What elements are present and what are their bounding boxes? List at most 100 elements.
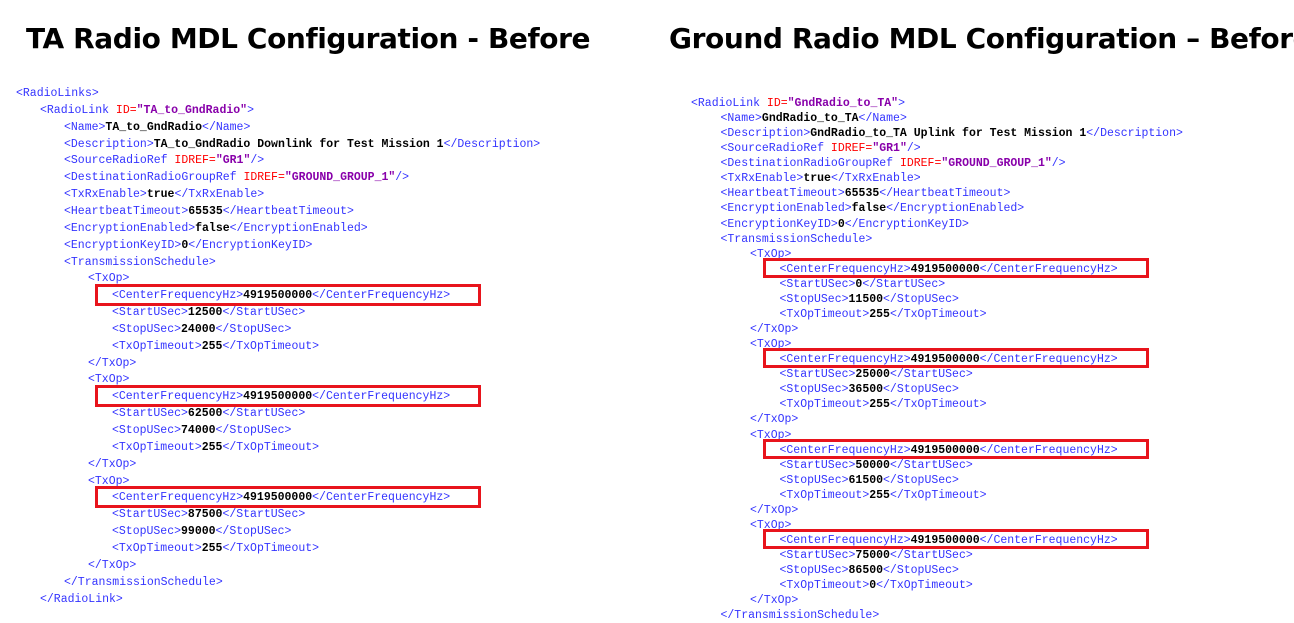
xml-line: <EncryptionKeyID>0</EncryptionKeyID>	[64, 238, 312, 253]
xml-tag: <CenterFrequencyHz>	[779, 443, 911, 457]
xml-text-value: 50000	[855, 458, 890, 472]
xml-text-value: GndRadio_to_TA Uplink for Test Mission 1	[810, 127, 1087, 141]
xml-tag: <RadioLink	[40, 103, 116, 117]
xml-tag: </StartUSec>	[222, 306, 306, 320]
xml-tag: </StopUSec>	[215, 322, 292, 336]
xml-tag: </TxOpTimeout>	[889, 398, 987, 412]
xml-tag: />	[1051, 157, 1066, 171]
left-panel-title: TA Radio MDL Configuration - Before	[26, 22, 591, 55]
xml-tag: <TxOpTimeout>	[112, 541, 202, 555]
xml-line: <TxOpTimeout>255</TxOpTimeout>	[780, 397, 987, 412]
xml-text-value: 62500	[187, 407, 223, 421]
xml-tag: <StopUSec>	[112, 322, 182, 336]
xml-tag: </CenterFrequencyHz>	[979, 262, 1118, 276]
xml-line: <TxRxEnable>true</TxRxEnable>	[64, 187, 264, 202]
xml-line: <Name>TA_to_GndRadio</Name>	[64, 120, 250, 135]
xml-tag: </Description>	[1086, 127, 1183, 141]
xml-text-value: 61500	[848, 473, 884, 487]
xml-text-value: TA_to_GndRadio	[105, 120, 203, 134]
xml-attribute-value: "GROUND_GROUP_1"	[284, 171, 396, 185]
xml-tag: <EncryptionKeyID>	[64, 238, 182, 252]
xml-line: <CenterFrequencyHz>4919500000</CenterFre…	[112, 288, 450, 303]
xml-tag: <StartUSec>	[112, 508, 188, 522]
xml-text-value: 255	[869, 398, 890, 412]
xml-line: <StartUSec>50000</StartUSec>	[780, 458, 973, 473]
xml-line: <StartUSec>62500</StartUSec>	[112, 406, 305, 421]
xml-tag: <CenterFrequencyHz>	[779, 353, 911, 367]
xml-text-value: 74000	[181, 424, 216, 437]
xml-tag: </CenterFrequencyHz>	[312, 289, 451, 303]
xml-text-value: 86500	[848, 564, 884, 578]
xml-tag: </StopUSec>	[883, 292, 959, 306]
xml-line: </TxOp>	[88, 457, 136, 472]
xml-line: <TxRxEnable>true</TxRxEnable>	[721, 171, 921, 186]
xml-tag: </TxOp>	[750, 503, 799, 517]
xml-tag: <StopUSec>	[779, 383, 849, 397]
xml-tag: <CenterFrequencyHz>	[112, 491, 244, 505]
xml-tag: </Description>	[443, 137, 541, 151]
xml-line: <TxOp>	[88, 271, 129, 286]
xml-tag: <CenterFrequencyHz>	[112, 390, 244, 404]
xml-text-value: 4919500000	[243, 390, 313, 404]
xml-line: <StartUSec>75000</StartUSec>	[780, 548, 973, 563]
xml-text-value: 4919500000	[243, 289, 313, 303]
xml-text-value: TA_to_GndRadio Downlink for Test Mission…	[153, 137, 444, 151]
xml-text-value: 25000	[855, 368, 890, 382]
xml-line: <StopUSec>99000</StopUSec>	[112, 524, 291, 539]
xml-line: <HeartbeatTimeout>65535</HeartbeatTimeou…	[721, 186, 1011, 201]
xml-tag: <TxOpTimeout>	[779, 488, 870, 502]
xml-text-value: 255	[869, 307, 890, 321]
xml-text-value: 65535	[188, 204, 223, 218]
xml-tag: <StartUSec>	[779, 458, 856, 472]
xml-line: <StopUSec>74000</StopUSec>	[112, 423, 291, 438]
xml-line: <EncryptionEnabled>false</EncryptionEnab…	[64, 221, 368, 236]
xml-tag: </StartUSec>	[862, 277, 946, 291]
xml-line: <StopUSec>11500</StopUSec>	[780, 292, 959, 307]
xml-tag: <TxRxEnable>	[64, 188, 147, 202]
xml-tag: </EncryptionKeyID>	[188, 238, 313, 252]
xml-text-value: 255	[201, 339, 223, 353]
xml-tag: <StartUSec>	[779, 368, 856, 382]
xml-text-value: 12500	[187, 306, 223, 320]
xml-line: <TxOpTimeout>255</TxOpTimeout>	[112, 339, 319, 354]
xml-attribute-value: "GROUND_GROUP_1"	[941, 157, 1052, 171]
xml-line: <CenterFrequencyHz>4919500000</CenterFre…	[780, 352, 1118, 367]
xml-attribute: IDREF=	[174, 154, 216, 168]
xml-line: <Description>TA_to_GndRadio Downlink for…	[64, 137, 540, 152]
xml-tag: <CenterFrequencyHz>	[112, 289, 244, 303]
xml-text-value: 24000	[181, 322, 216, 336]
xml-tag: <TxOpTimeout>	[779, 307, 870, 321]
xml-tag: <Name>	[64, 120, 106, 134]
xml-tag: <DestinationRadioGroupRef	[64, 171, 244, 185]
xml-tag: <TxOpTimeout>	[112, 440, 202, 454]
xml-line: </RadioLink>	[40, 592, 123, 607]
xml-tag: </CenterFrequencyHz>	[312, 390, 451, 404]
xml-tag: <TxOp>	[750, 428, 792, 442]
xml-tag: >	[898, 97, 905, 110]
xml-tag: <Description>	[720, 127, 811, 141]
xml-tag: <StopUSec>	[779, 564, 849, 578]
xml-text-value: GndRadio_to_TA	[761, 112, 859, 126]
xml-line: <RadioLink ID="TA_to_GndRadio">	[40, 103, 254, 118]
xml-line: <Name>GndRadio_to_TA</Name>	[721, 111, 907, 126]
xml-tag: </EncryptionEnabled>	[886, 202, 1025, 216]
xml-tag: </TxOpTimeout>	[889, 307, 987, 321]
xml-line: <RadioLinks>	[16, 86, 99, 101]
xml-tag: </TxOp>	[88, 457, 137, 471]
xml-tag: </TxRxEnable>	[830, 172, 921, 186]
xml-tag: <TxOpTimeout>	[779, 398, 870, 412]
xml-tag: <StartUSec>	[779, 549, 856, 563]
xml-line: <EncryptionKeyID>0</EncryptionKeyID>	[721, 217, 969, 232]
xml-line: <StartUSec>0</StartUSec>	[780, 277, 946, 292]
xml-tag: </CenterFrequencyHz>	[312, 491, 451, 505]
xml-line: <TxOpTimeout>255</TxOpTimeout>	[780, 488, 987, 503]
xml-attribute-value: "GR1"	[215, 154, 251, 168]
xml-text-value: 4919500000	[910, 443, 980, 457]
xml-tag: <TxOp>	[88, 272, 130, 286]
xml-text-value: 0	[837, 217, 845, 231]
xml-line: <StartUSec>12500</StartUSec>	[112, 305, 305, 320]
xml-line: <HeartbeatTimeout>65535</HeartbeatTimeou…	[64, 204, 354, 219]
xml-tag: </TxOp>	[88, 558, 137, 572]
xml-tag: </StopUSec>	[215, 525, 292, 539]
xml-line: </TxOp>	[750, 503, 798, 518]
